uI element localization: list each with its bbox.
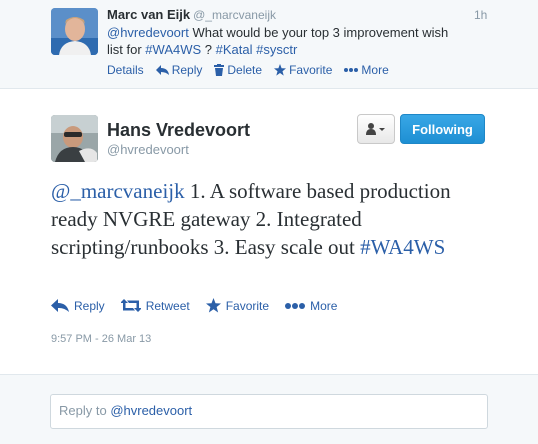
parent-time[interactable]: 1h	[474, 8, 487, 22]
mention-link[interactable]: @hvredevoort	[107, 25, 189, 40]
reply-area: Reply to @hvredevoort	[0, 374, 538, 444]
mention-link[interactable]: @_marcvaneijk	[51, 179, 185, 203]
reply-prefix: Reply to	[59, 403, 111, 418]
hashtag-link[interactable]: #Katal	[216, 42, 253, 57]
star-icon	[205, 298, 221, 313]
parent-favorite-button[interactable]: Favorite	[274, 63, 332, 77]
more-button[interactable]: More	[285, 299, 337, 313]
parent-more-label: More	[361, 63, 389, 77]
hashtag-link[interactable]: #WA4WS	[360, 235, 445, 259]
parent-delete-label: Delete	[227, 63, 263, 77]
star-icon	[274, 64, 287, 76]
more-dots-icon	[344, 68, 359, 72]
main-tweet-text: @_marcvaneijk 1. A software based produc…	[51, 177, 491, 261]
retweet-icon	[120, 299, 141, 312]
main-actions: Reply Retweet Favorite More	[51, 298, 353, 313]
parent-tweet: Marc van Eijk @_marcvaneijk 1h @hvredevoo…	[0, 0, 538, 89]
parent-more-button[interactable]: More	[344, 63, 389, 77]
user-dropdown-icon	[366, 123, 385, 135]
parent-author[interactable]: Marc van Eijk @_marcvaneijk	[107, 7, 276, 22]
hashtag-link[interactable]: #WA4WS	[145, 42, 201, 57]
user-actions-button[interactable]	[357, 114, 395, 144]
details-link[interactable]: Details	[107, 63, 144, 77]
parent-handle[interactable]: @_marcvaneijk	[193, 8, 276, 22]
following-button[interactable]: Following	[400, 114, 485, 144]
parent-delete-button[interactable]: Delete	[214, 63, 262, 77]
parent-name[interactable]: Marc van Eijk	[107, 7, 190, 22]
favorite-label: Favorite	[225, 298, 270, 313]
main-avatar[interactable]	[51, 115, 98, 162]
reply-mention: @hvredevoort	[110, 403, 193, 418]
favorite-button[interactable]: Favorite	[205, 298, 270, 313]
parent-reply-button[interactable]: Reply	[155, 63, 203, 77]
hashtag-link[interactable]: #sysctr	[256, 42, 297, 57]
tweet-timestamp[interactable]: 9:57 PM - 26 Mar 13	[51, 333, 151, 345]
reply-icon	[51, 299, 69, 312]
reply-icon	[155, 65, 169, 75]
parent-reply-label: Reply	[171, 63, 203, 77]
trash-icon	[214, 64, 225, 76]
tweet-text-segment: ?	[201, 42, 216, 57]
main-author-handle[interactable]: @hvredevoort	[107, 142, 189, 157]
parent-avatar[interactable]	[51, 8, 98, 55]
details-label: Details	[107, 63, 144, 77]
parent-favorite-label: Favorite	[289, 63, 333, 77]
main-author-name[interactable]: Hans Vredevoort	[107, 120, 250, 141]
more-label: More	[310, 298, 338, 313]
retweet-button[interactable]: Retweet	[120, 298, 190, 313]
parent-tweet-text: @hvredevoort What would be your top 3 im…	[107, 24, 467, 58]
parent-actions: Details Reply Delete Favorite More	[107, 63, 389, 77]
retweet-label: Retweet	[145, 298, 190, 313]
reply-button[interactable]: Reply	[51, 299, 105, 313]
reply-input[interactable]: Reply to @hvredevoort	[50, 394, 488, 429]
more-dots-icon	[285, 302, 306, 309]
reply-label: Reply	[74, 298, 105, 313]
